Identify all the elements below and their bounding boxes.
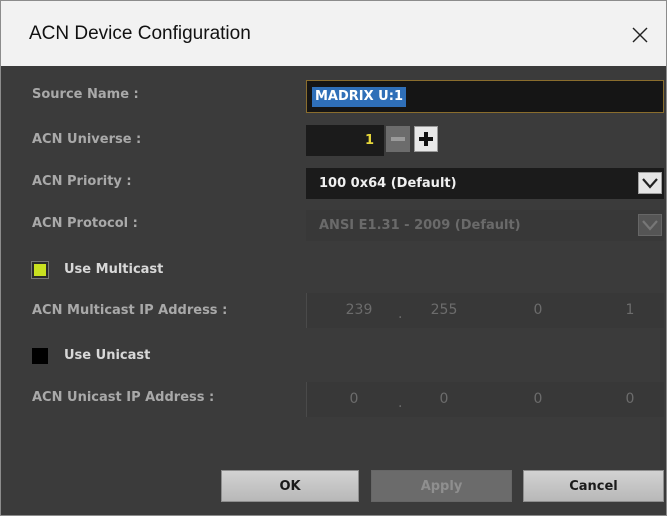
source-name-label: Source Name : (32, 87, 139, 102)
multicast-ip-octet-4: 1 (625, 302, 635, 318)
unicast-ip-octet-3: 0 (533, 391, 543, 407)
chevron-down-icon (638, 214, 662, 236)
acn-multicast-ip-label: ACN Multicast IP Address : (32, 303, 228, 318)
use-unicast-label: Use Unicast (64, 348, 151, 363)
acn-protocol-label: ACN Protocol : (32, 216, 138, 231)
close-icon (632, 27, 648, 43)
multicast-ip-octet-1: 239 (345, 302, 373, 318)
acn-device-configuration-dialog: ACN Device Configuration Source Name : M… (0, 0, 667, 516)
unicast-ip-octet-2: 0 (439, 391, 449, 407)
acn-protocol-dropdown: ANSI E1.31 - 2009 (Default) (306, 210, 664, 241)
multicast-ip-octet-3: 0 (533, 302, 543, 318)
acn-protocol-value: ANSI E1.31 - 2009 (Default) (319, 218, 521, 233)
acn-unicast-ip-label: ACN Unicast IP Address : (32, 390, 215, 405)
universe-decrement-button[interactable] (386, 126, 410, 152)
plus-icon (419, 132, 433, 146)
ok-button[interactable]: OK (221, 470, 359, 502)
close-button[interactable] (618, 13, 662, 57)
apply-button: Apply (371, 470, 512, 502)
unicast-ip-octet-1: 0 (349, 391, 359, 407)
unicast-ip-field: 0 . 0 0 0 (306, 382, 664, 417)
minus-icon (391, 137, 405, 141)
ip-dot: . (398, 395, 403, 411)
use-multicast-checkbox[interactable] (31, 261, 49, 279)
multicast-ip-field: 239 . 255 0 1 (306, 293, 664, 328)
acn-priority-dropdown[interactable]: 100 0x64 (Default) (306, 168, 664, 199)
universe-increment-button[interactable] (414, 126, 438, 152)
multicast-ip-octet-2: 255 (430, 302, 458, 318)
unicast-ip-octet-4: 0 (625, 391, 635, 407)
use-unicast-checkbox[interactable] (32, 348, 48, 364)
cancel-button[interactable]: Cancel (523, 470, 664, 502)
acn-universe-input[interactable]: 1 (306, 125, 384, 156)
title-bar: ACN Device Configuration (1, 1, 666, 66)
source-name-input[interactable]: MADRIX U:1 (306, 80, 664, 113)
acn-priority-value: 100 0x64 (Default) (319, 176, 457, 191)
dialog-body: Source Name : MADRIX U:1 ACN Universe : … (1, 66, 666, 515)
acn-universe-label: ACN Universe : (32, 132, 142, 147)
source-name-value: MADRIX U:1 (312, 87, 406, 107)
chevron-down-icon (638, 172, 662, 194)
use-multicast-label: Use Multicast (64, 262, 164, 277)
acn-priority-label: ACN Priority : (32, 174, 132, 189)
ip-dot: . (398, 306, 403, 322)
dialog-title: ACN Device Configuration (29, 23, 251, 44)
